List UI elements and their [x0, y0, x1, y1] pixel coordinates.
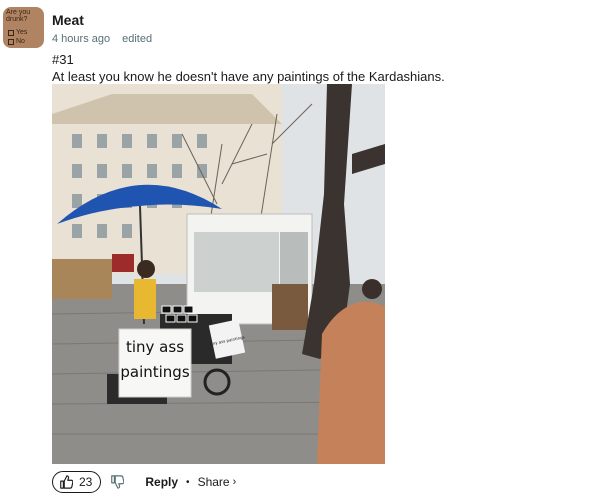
comment-meta: 4 hours ago edited [52, 33, 152, 45]
comment-timestamp[interactable]: 4 hours ago [52, 33, 110, 45]
upvote-count: 23 [79, 475, 93, 489]
share-button[interactable]: Share › [198, 475, 237, 489]
sign-text-line-2: paintings [120, 363, 189, 381]
chevron-right-icon: › [232, 476, 237, 488]
separator-dot: • [186, 476, 190, 488]
checkbox-icon [8, 38, 14, 45]
comment-image[interactable]: tiny ass paintings tiny ass paintings [52, 84, 385, 464]
thumbs-up-icon [60, 475, 73, 489]
avatar-question-text: Are you drunk? [6, 9, 31, 23]
checkbox-icon [8, 29, 14, 36]
upvote-button[interactable]: 23 [52, 471, 102, 493]
reply-button[interactable]: Reply [145, 475, 178, 489]
downvote-button[interactable] [109, 474, 125, 490]
edited-label: edited [122, 33, 153, 45]
sign-text-line-1: tiny ass [126, 338, 184, 356]
avatar-option-no: No [8, 38, 25, 45]
thumbs-down-icon [111, 475, 125, 489]
share-label: Share [197, 475, 230, 489]
avatar-option-yes: Yes [8, 29, 27, 36]
user-avatar[interactable]: Are you drunk? Yes No [3, 7, 44, 48]
comment-author[interactable]: Meat [52, 12, 84, 28]
comment-actions: 23 Reply • Share › [52, 470, 236, 494]
comment-number: #31 [52, 52, 74, 67]
comment-text: At least you know he doesn't have any pa… [52, 69, 445, 84]
